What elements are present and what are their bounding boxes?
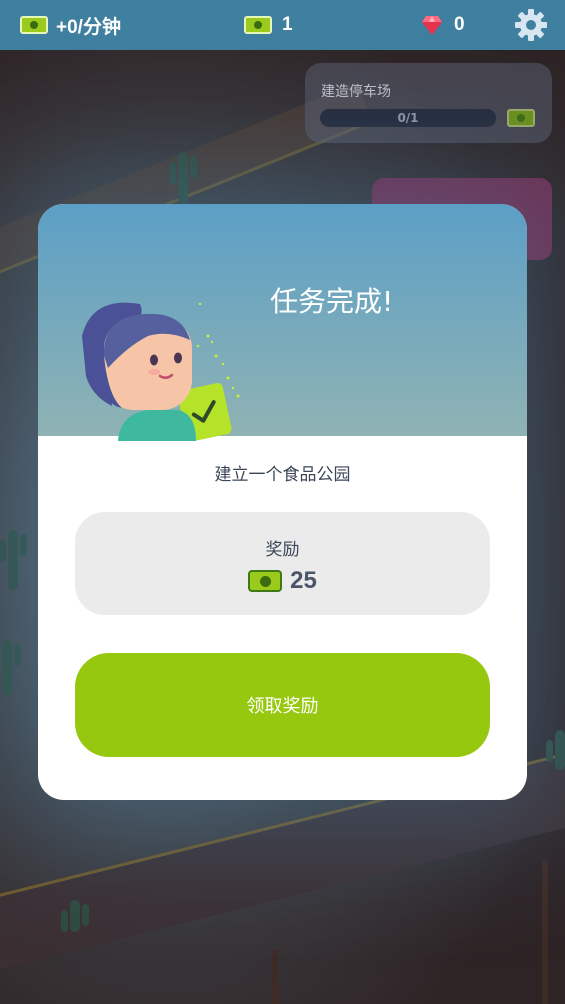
quest-progress-bar: 0/1 (320, 109, 496, 127)
dialog-title: 任务完成! (270, 285, 394, 318)
reward-box: 奖励 25 (75, 512, 490, 615)
cash-icon (244, 16, 272, 34)
character-illustration (82, 302, 240, 441)
settings-button[interactable] (514, 0, 548, 50)
income-rate: +0/分钟 (20, 0, 121, 50)
task-complete-dialog: 任务完成! 建立一个食品公园 奖励 25 领取奖励 (38, 204, 527, 800)
quest-panel[interactable]: 建造停车场 0/1 (305, 63, 552, 143)
claim-reward-button[interactable]: 领取奖励 (75, 653, 490, 757)
gem-count: 0 (454, 14, 465, 35)
cash-icon (507, 109, 535, 127)
cactus (546, 730, 565, 770)
utility-pole (272, 950, 278, 1004)
cactus (169, 152, 197, 204)
dialog-header: 任务完成! (38, 204, 527, 441)
utility-pole (542, 860, 548, 1004)
cash-count: 1 (282, 14, 293, 35)
income-label: +0/分钟 (56, 16, 121, 38)
cash-counter: 1 (244, 0, 293, 50)
reward-label: 奖励 (265, 540, 300, 560)
cactus (61, 900, 89, 932)
reward-amount-row: 25 (75, 567, 490, 595)
cactus (2, 640, 21, 696)
reward-amount: 25 (290, 567, 317, 594)
cash-icon (20, 16, 48, 34)
quest-title: 建造停车场 (321, 84, 391, 100)
gem-icon (422, 16, 442, 35)
top-hud: +0/分钟 1 0 (0, 0, 565, 50)
settings-gear-icon (515, 9, 547, 41)
cactus (0, 530, 27, 590)
gem-counter: 0 (420, 0, 465, 50)
task-description: 建立一个食品公园 (214, 465, 351, 485)
cash-icon (248, 570, 283, 592)
